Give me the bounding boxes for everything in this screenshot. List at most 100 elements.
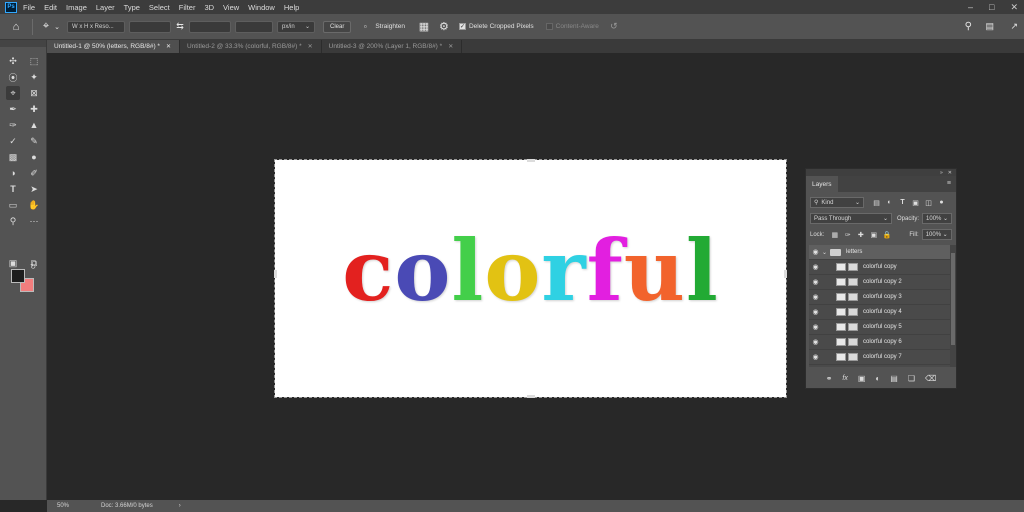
collapse-icon[interactable]: » xyxy=(940,170,943,176)
share-icon[interactable]: ↗ xyxy=(1010,21,1018,32)
brush-tool-icon[interactable]: ✑ xyxy=(6,118,20,132)
width-field[interactable] xyxy=(129,20,171,33)
content-aware-checkbox[interactable] xyxy=(545,23,553,30)
more-tools-icon[interactable]: ⋯ xyxy=(27,214,41,228)
close-icon[interactable]: ✕ xyxy=(166,43,171,50)
clear-button[interactable]: Clear xyxy=(323,20,352,33)
document-canvas[interactable]: colorful xyxy=(274,159,787,398)
new-layer-icon[interactable]: ❏ xyxy=(908,374,915,383)
eyedropper-tool-icon[interactable]: ✒ xyxy=(6,102,20,116)
panel-menu-icon[interactable]: ≡ xyxy=(947,180,951,187)
menu-3d[interactable]: 3D xyxy=(204,3,214,12)
tab-layers[interactable]: Layers xyxy=(806,176,838,192)
search-icon[interactable]: ⚲ xyxy=(965,21,972,32)
screen-mode-icon[interactable]: ⧉ xyxy=(27,256,41,270)
visibility-eye-icon[interactable]: ◉ xyxy=(809,278,822,286)
layers-scrollbar[interactable] xyxy=(950,245,956,367)
filter-toggle-icon[interactable]: ● xyxy=(935,199,948,206)
visibility-eye-icon[interactable]: ◉ xyxy=(809,293,822,301)
layer-row[interactable]: ◉ colorful copy 2 xyxy=(809,275,950,290)
delete-cropped-checkbox[interactable]: ✓ xyxy=(458,23,466,30)
tab-untitled-1[interactable]: Untitled-1 @ 50% (letters, RGB/8#) * ✕ xyxy=(47,40,180,53)
shape-filter-icon[interactable]: ▣ xyxy=(909,199,922,207)
reset-icon[interactable]: ↺ xyxy=(607,21,621,32)
layer-row[interactable]: ◉ colorful copy 6 xyxy=(809,335,950,350)
layer-row[interactable]: ◉ colorful copy 5 xyxy=(809,320,950,335)
visibility-eye-icon[interactable]: ◉ xyxy=(809,353,822,361)
visibility-eye-icon[interactable]: ◉ xyxy=(809,263,822,271)
close-icon[interactable]: ✕ xyxy=(948,170,952,176)
pixel-filter-icon[interactable]: ▤ xyxy=(870,199,883,207)
chevron-down-icon[interactable]: ⌄ xyxy=(53,23,61,31)
scrollbar-thumb[interactable] xyxy=(951,253,955,345)
rectangle-tool-icon[interactable]: ▭ xyxy=(6,198,20,212)
adjustment-layer-icon[interactable]: ◐ xyxy=(875,374,880,383)
tab-untitled-2[interactable]: Untitled-2 @ 33.3% (colorful, RGB/8#) * … xyxy=(179,40,322,53)
link-layers-icon[interactable]: ⚭ xyxy=(826,374,833,383)
tab-untitled-3[interactable]: Untitled-3 @ 200% (Layer 1, RGB/8#) * ✕ xyxy=(321,40,463,53)
hand-tool-icon[interactable]: ✋ xyxy=(27,198,41,212)
gear-icon[interactable]: ⚙ xyxy=(437,20,451,33)
gradient-tool-icon[interactable]: ▩ xyxy=(6,150,20,164)
chevron-down-icon[interactable]: ⌄ xyxy=(822,249,828,256)
straighten-icon[interactable]: ▫ xyxy=(357,22,373,31)
layer-row[interactable]: ◉ colorful copy 3 xyxy=(809,290,950,305)
fill-field[interactable]: 100% ⌄ xyxy=(921,229,952,240)
menu-filter[interactable]: Filter xyxy=(179,3,196,12)
marquee-tool-icon[interactable]: ⬚ xyxy=(27,54,41,68)
clone-stamp-tool-icon[interactable]: ▲ xyxy=(27,118,41,132)
close-icon[interactable]: ✕ xyxy=(308,43,313,50)
menu-edit[interactable]: Edit xyxy=(44,3,57,12)
maximize-icon[interactable]: □ xyxy=(989,2,994,12)
lock-position-icon[interactable]: ✚ xyxy=(854,231,867,239)
resolution-field[interactable] xyxy=(235,20,273,33)
path-selection-tool-icon[interactable]: ➤ xyxy=(27,182,41,196)
lock-image-icon[interactable]: ✑ xyxy=(841,231,854,239)
layer-row[interactable]: ◉ colorful copy xyxy=(809,260,950,275)
pen-tool-icon[interactable]: ✐ xyxy=(27,166,41,180)
frame-tool-icon[interactable]: ⊠ xyxy=(27,86,41,100)
swap-icon[interactable]: ⇆ xyxy=(171,21,189,32)
height-field[interactable] xyxy=(189,20,231,33)
menu-layer[interactable]: Layer xyxy=(96,3,115,12)
foreground-color-swatch[interactable] xyxy=(11,269,25,283)
grid-overlay-icon[interactable]: ▦ xyxy=(417,20,431,33)
blend-mode-select[interactable]: Pass Through ⌄ xyxy=(810,213,892,224)
fx-icon[interactable]: fx xyxy=(842,375,847,382)
blur-tool-icon[interactable]: ● xyxy=(27,150,41,164)
ratio-select[interactable]: W x H x Reso... xyxy=(67,20,125,33)
visibility-eye-icon[interactable]: ◉ xyxy=(809,323,822,331)
close-icon[interactable]: ✕ xyxy=(1010,2,1018,13)
home-icon[interactable]: ⌂ xyxy=(6,21,26,33)
crop-handle-top[interactable] xyxy=(527,159,535,162)
crop-tool-icon[interactable]: ⌖ xyxy=(39,20,53,33)
menu-type[interactable]: Type xyxy=(124,3,140,12)
dodge-tool-icon[interactable]: ◑ xyxy=(6,166,20,180)
menu-help[interactable]: Help xyxy=(284,3,299,12)
close-icon[interactable]: ✕ xyxy=(448,43,453,50)
menu-window[interactable]: Window xyxy=(248,3,275,12)
quick-select-tool-icon[interactable]: ✦ xyxy=(27,70,41,84)
minimize-icon[interactable]: – xyxy=(968,2,973,12)
crop-tool-icon[interactable]: ⌖ xyxy=(6,86,20,100)
straighten-label[interactable]: Straighten xyxy=(375,23,405,30)
move-tool-icon[interactable]: ✣ xyxy=(6,54,20,68)
history-brush-tool-icon[interactable]: ✓ xyxy=(6,134,20,148)
menu-image[interactable]: Image xyxy=(66,3,87,12)
adjustment-filter-icon[interactable]: ◐ xyxy=(883,199,896,206)
eraser-tool-icon[interactable]: ✎ xyxy=(27,134,41,148)
lock-transparent-icon[interactable]: ▦ xyxy=(828,231,841,239)
new-group-icon[interactable]: ▤ xyxy=(890,374,898,383)
filter-kind-select[interactable]: ⚲ Kind ⌄ xyxy=(810,197,864,208)
layer-row[interactable]: ◉ colorful copy 7 xyxy=(809,350,950,365)
zoom-tool-icon[interactable]: ⚲ xyxy=(6,214,20,228)
visibility-eye-icon[interactable]: ◉ xyxy=(809,308,822,316)
menu-view[interactable]: View xyxy=(223,3,239,12)
type-filter-icon[interactable]: T xyxy=(896,199,909,206)
lock-all-icon[interactable]: 🔒 xyxy=(880,231,893,239)
zoom-level[interactable]: 50% xyxy=(57,503,69,509)
layer-row[interactable]: ◉ colorful copy 4 xyxy=(809,305,950,320)
smart-object-filter-icon[interactable]: ◫ xyxy=(922,199,935,207)
type-tool-icon[interactable]: T xyxy=(6,182,20,196)
visibility-eye-icon[interactable]: ◉ xyxy=(809,248,822,256)
